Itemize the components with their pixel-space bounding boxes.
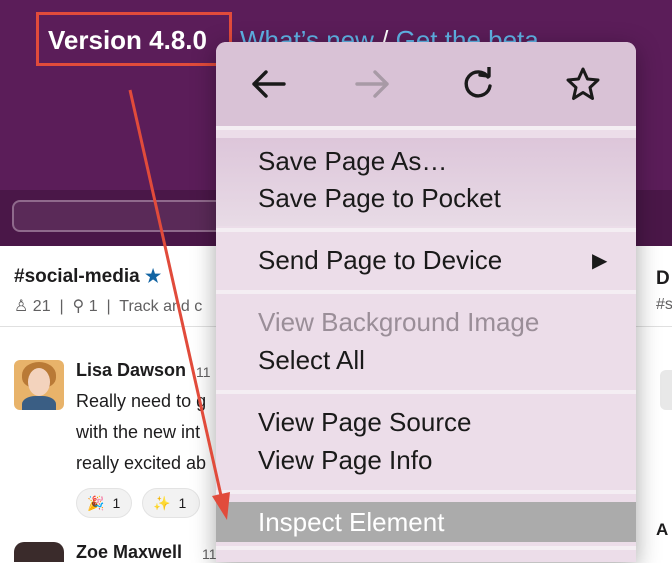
menu-item-send-to-device[interactable]: Send Page to Device: [258, 245, 502, 276]
avatar[interactable]: [14, 360, 64, 410]
menu-item-select-all[interactable]: Select All: [258, 345, 365, 376]
message-text-line: Really need to g: [76, 391, 207, 411]
search-input[interactable]: [12, 200, 242, 232]
pinned-count[interactable]: 1: [89, 298, 98, 315]
back-arrow-icon[interactable]: [246, 62, 290, 106]
message-text-line: with the new int: [76, 422, 201, 442]
reload-icon[interactable]: [456, 62, 500, 106]
channel-header[interactable]: #social-media ★: [14, 266, 161, 288]
menu-item-save-page-as[interactable]: Save Page As…: [258, 146, 447, 177]
side-pane-avatar: [660, 370, 672, 410]
channel-name[interactable]: #social-media: [14, 266, 140, 287]
reaction-count: 1: [178, 495, 187, 511]
forward-arrow-icon[interactable]: [351, 62, 395, 106]
reaction-pill[interactable]: 🎉 1: [76, 488, 132, 518]
sparkles-icon: ✨: [153, 494, 171, 511]
menu-item-save-to-pocket[interactable]: Save Page to Pocket: [258, 183, 501, 214]
menu-item-view-page-info[interactable]: View Page Info: [258, 445, 432, 476]
side-pane-title: D: [656, 268, 670, 289]
members-icon[interactable]: ♙: [14, 298, 28, 315]
menu-separator: [216, 126, 636, 130]
menu-item-inspect-element[interactable]: Inspect Element: [258, 507, 444, 538]
menu-separator: [216, 546, 636, 550]
star-icon[interactable]: ★: [145, 266, 161, 286]
message-timestamp[interactable]: 11: [202, 546, 217, 562]
menu-separator: [216, 290, 636, 294]
reaction-count: 1: [112, 495, 121, 511]
pin-icon[interactable]: ⚲: [73, 298, 85, 315]
side-pane-label: A: [656, 520, 669, 539]
message-author[interactable]: Lisa Dawson: [76, 360, 186, 381]
side-pane-channel: #s: [656, 296, 672, 313]
channel-topic: Track and c: [119, 298, 203, 315]
version-label: Version 4.8.0: [48, 25, 207, 55]
menu-item-view-page-source[interactable]: View Page Source: [258, 407, 471, 438]
reaction-pill[interactable]: ✨ 1: [142, 488, 200, 518]
menu-separator: [216, 228, 636, 232]
menu-separator: [216, 390, 636, 394]
menu-separator: [216, 490, 636, 494]
party-popper-icon: 🎉: [87, 494, 105, 511]
channel-meta: ♙ 21 | ⚲ 1 | Track and c: [14, 298, 203, 315]
context-menu: Save Page As… Save Page to Pocket Send P…: [216, 42, 636, 562]
submenu-arrow-icon: ▶: [592, 250, 608, 272]
message-timestamp[interactable]: 11: [196, 364, 211, 380]
avatar[interactable]: [14, 542, 64, 562]
menu-item-view-background-image: View Background Image: [258, 307, 540, 337]
message-author[interactable]: Zoe Maxwell: [76, 542, 182, 563]
bookmark-star-icon[interactable]: [561, 62, 605, 106]
message-text-line: really excited ab: [76, 453, 207, 473]
menu-nav-bar: [216, 42, 636, 126]
member-count[interactable]: 21: [33, 298, 51, 315]
